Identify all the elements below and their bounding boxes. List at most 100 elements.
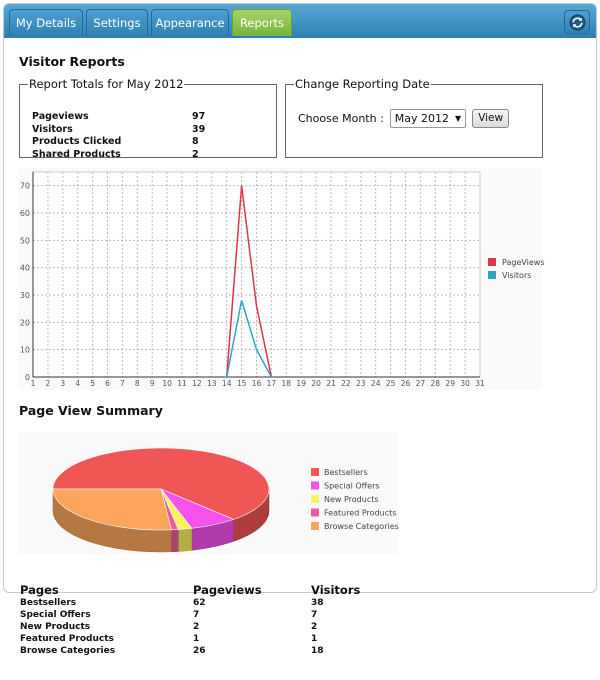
refresh-button[interactable]: [564, 10, 590, 34]
x-tick-label: 22: [341, 379, 351, 388]
cell-pageviews: 2: [193, 622, 200, 632]
pie-slice-side: [171, 529, 179, 553]
y-tick-label: 50: [20, 236, 30, 245]
totals-label: Visitors: [32, 123, 73, 135]
totals-label: Products Clicked: [32, 136, 122, 147]
x-tick-label: 18: [282, 379, 292, 388]
cell-page: Bestsellers: [20, 598, 77, 608]
x-tick-label: 14: [222, 379, 232, 388]
legend-label: Visitors: [502, 271, 531, 280]
x-tick-label: 2: [46, 379, 51, 388]
totals-row: Pageviews 97: [32, 111, 205, 124]
month-select-value: May 2012: [394, 112, 450, 125]
pie-slice-side: [177, 528, 192, 552]
legend-swatch: [311, 481, 319, 490]
x-tick-label: 13: [207, 379, 217, 388]
legend-label: Special Offers: [324, 482, 380, 491]
plot-area: [32, 171, 481, 378]
x-tick-label: 12: [192, 379, 202, 388]
totals-value: 39: [192, 123, 206, 135]
cell-pageviews: 1: [193, 634, 200, 644]
table-header: Pages Pageviews Visitors: [20, 583, 391, 597]
cell-pageviews: 26: [193, 646, 206, 656]
cell-visitors: 1: [311, 634, 318, 644]
table-row: Special Offers 7 7: [20, 609, 391, 621]
x-tick-label: 25: [386, 379, 396, 388]
cell-page: New Products: [20, 622, 91, 632]
reporting-date-box: Change Reporting Date Choose Month : May…: [285, 77, 543, 158]
y-tick-label: 30: [20, 291, 30, 300]
x-tick-label: 16: [252, 379, 262, 388]
legend-label: PageViews: [502, 258, 545, 267]
totals-list: Pageviews 97 Visitors 39 Products Clicked 8…: [32, 111, 205, 161]
report-totals-legend: Report Totals for May 2012: [29, 77, 184, 91]
x-tick-label: 3: [60, 379, 65, 388]
summary-title: Page View Summary: [19, 403, 163, 418]
tab-appearance[interactable]: Appearance: [151, 9, 229, 36]
x-tick-label: 9: [150, 379, 155, 388]
x-tick-label: 5: [90, 379, 95, 388]
cell-visitors: 2: [311, 622, 318, 632]
tab-bar: My Details Settings Appearance Reports: [4, 4, 596, 38]
cell-page: Featured Products: [20, 634, 114, 644]
totals-label: Pageviews: [32, 111, 89, 122]
legend-swatch: [311, 522, 319, 530]
legend-swatch: [311, 468, 319, 476]
cell-pageviews: 7: [193, 610, 200, 620]
table-row: New Products 2 2: [20, 621, 391, 633]
y-tick-label: 40: [20, 264, 30, 273]
legend-label: Featured Products: [324, 509, 396, 518]
legend-swatch: [311, 508, 319, 517]
report-totals-box: Report Totals for May 2012 Pageviews 97 V…: [19, 77, 277, 161]
table-row: Featured Products 1 1: [20, 633, 391, 645]
tab-reports[interactable]: Reports: [232, 9, 292, 36]
y-tick-label: 10: [20, 346, 30, 355]
header-pageviews: Pageviews: [193, 583, 262, 597]
y-tick-label: 60: [20, 209, 30, 218]
cell-pageviews: 62: [193, 598, 206, 608]
cell-visitors: 7: [311, 610, 318, 620]
table-row: Browse Categories 26 18: [20, 645, 391, 657]
reporting-date-legend: Change Reporting Date: [295, 77, 430, 91]
x-tick-label: 7: [120, 379, 125, 388]
refresh-icon: [569, 14, 586, 31]
totals-value: 8: [192, 136, 199, 147]
x-tick-label: 1: [31, 379, 36, 388]
x-tick-label: 24: [371, 379, 381, 388]
x-tick-label: 19: [296, 379, 306, 388]
x-tick-label: 20: [311, 379, 321, 388]
tab-settings[interactable]: Settings: [86, 9, 148, 36]
x-tick-label: 10: [162, 379, 172, 388]
header-visitors: Visitors: [311, 583, 361, 597]
y-tick-label: 70: [20, 182, 30, 191]
x-tick-label: 17: [267, 379, 277, 388]
x-tick-label: 4: [75, 379, 80, 388]
month-chooser: Choose Month : May 2012 ▼ View: [298, 109, 510, 128]
line-chart: 0102030405060701 2 3 4 5 6 7 8 9 10 11 12 13 14 15 16 17…: [18, 168, 545, 390]
y-tick-label: 20: [20, 318, 30, 327]
legend-swatch: [311, 495, 319, 503]
cell-visitors: 18: [311, 646, 324, 656]
x-tick-label: 8: [135, 379, 140, 388]
month-select[interactable]: May 2012 ▼: [389, 109, 467, 128]
totals-value: 2: [192, 148, 199, 160]
x-tick-label: 31: [475, 379, 485, 388]
x-tick-label: 15: [237, 379, 247, 388]
chevron-down-icon: ▼: [455, 114, 462, 123]
choose-month-label: Choose Month :: [298, 112, 384, 125]
header-pages: Pages: [20, 583, 59, 597]
y-tick-label: 0: [25, 373, 30, 382]
x-tick-label: 29: [445, 379, 455, 388]
table-row: Bestsellers 62 38: [20, 597, 391, 609]
legend-label: New Products: [324, 495, 379, 504]
x-tick-label: 27: [416, 379, 426, 388]
tab-my-details[interactable]: My Details: [9, 9, 83, 36]
x-tick-label: 28: [431, 379, 441, 388]
totals-row: Shared Products 2: [32, 149, 205, 162]
totals-value: 97: [192, 111, 206, 122]
view-button[interactable]: View: [472, 109, 510, 128]
legend-label: Browse Categories: [324, 522, 399, 531]
page-table: Pages Pageviews Visitors Bestsellers 62 38…: [20, 583, 391, 657]
legend-swatch: [488, 258, 496, 266]
x-tick-label: 6: [105, 379, 110, 388]
